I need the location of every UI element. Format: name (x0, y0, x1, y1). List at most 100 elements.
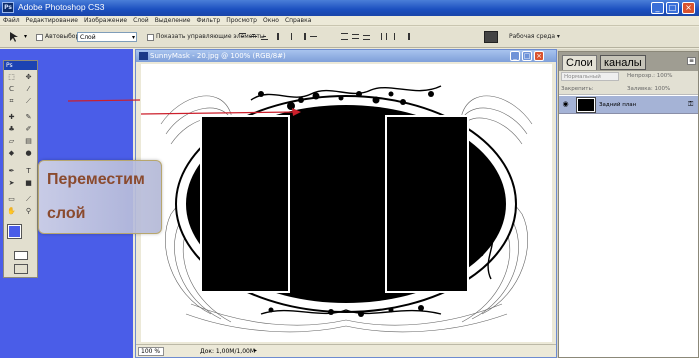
brush-tool-icon[interactable]: ✎ (24, 113, 33, 122)
autoselect-checkbox[interactable] (36, 34, 43, 41)
history-brush-tool-icon[interactable]: ✐ (24, 125, 33, 134)
show-controls-checkbox[interactable] (147, 34, 154, 41)
document-title: SunnyMask - 20.jpg @ 100% (RGB/8#) (150, 52, 286, 60)
foreground-color-swatch[interactable] (7, 224, 22, 239)
healing-brush-tool-icon[interactable]: ✚ (7, 113, 16, 122)
panel-menu-icon[interactable]: ≡ (687, 57, 696, 65)
restore-button[interactable]: □ (666, 2, 679, 14)
fill-label[interactable]: Заливка: 100% (627, 85, 670, 93)
align-bottom-icon[interactable] (260, 32, 269, 41)
minimize-button[interactable]: _ (651, 2, 664, 14)
menu-help[interactable]: Справка (282, 16, 314, 26)
magic-wand-tool-icon[interactable]: ⁄ (24, 85, 33, 94)
close-button[interactable]: × (682, 2, 695, 14)
menu-layer[interactable]: Слой (130, 16, 152, 26)
text-tool-icon[interactable]: T (24, 167, 33, 176)
menu-bar: Файл Редактирование Изображение Слой Выделен… (0, 16, 699, 26)
menu-image[interactable]: Изображение (81, 16, 130, 26)
autoselect-value: Слой (80, 34, 96, 41)
gradient-tool-icon[interactable]: ▤ (24, 137, 33, 146)
blend-row: Нормальный Непрозр.: 100% (559, 71, 698, 82)
lasso-tool-icon[interactable]: ᑕ (7, 85, 16, 94)
crop-tool-icon[interactable]: ⌗ (7, 97, 16, 106)
zoom-tool-icon[interactable]: ⚲ (24, 207, 33, 216)
document-window: SunnyMask - 20.jpg @ 100% (RGB/8#) _ □ × (135, 49, 557, 358)
panel-tab-strip: Слои каналы ≡ (559, 52, 698, 71)
move-tool-icon[interactable]: ✥ (24, 73, 33, 82)
screen-mode-icon[interactable] (14, 264, 28, 274)
doc-close-button[interactable]: × (534, 51, 544, 61)
opacity-label[interactable]: Непрозр.: 100% (627, 72, 672, 80)
move-tool-preset-icon[interactable] (8, 31, 22, 43)
layer-thumbnail (576, 97, 596, 113)
distribute-top-icon[interactable] (340, 32, 349, 41)
toolbox: Ps ⬚ ✥ ᑕ ⁄ ⌗ ⟋ ✚ ✎ ♣ ✐ ▱ ▤ ◆ ● ✒ T ➤ ■ ▭… (3, 60, 38, 278)
slice-tool-icon[interactable]: ⟋ (24, 97, 33, 106)
align-left-icon[interactable] (276, 32, 285, 41)
menu-filter[interactable]: Фильтр (193, 16, 223, 26)
menu-edit[interactable]: Редактирование (23, 16, 81, 26)
document-status-bar: 100 % Док: 1,00M/1,00M ▸ (136, 344, 556, 357)
menu-view[interactable]: Просмотр (223, 16, 260, 26)
blur-tool-icon[interactable]: ◆ (7, 149, 16, 158)
layer-row-background[interactable]: ◉ Задний план ⚿ (559, 96, 698, 114)
distribute-bottom-icon[interactable] (362, 32, 371, 41)
blend-mode-select[interactable]: Нормальный (561, 72, 619, 81)
autoselect-dropdown[interactable]: Слой ▾ (77, 32, 137, 42)
app-title-bar: Ps Adobe Photoshop CS3 _ □ × (0, 0, 699, 16)
doc-minimize-button[interactable]: _ (510, 51, 520, 61)
autoselect-label: Автовыбор: (45, 33, 82, 40)
lock-icon: ⚿ (688, 100, 694, 108)
dodge-tool-icon[interactable]: ● (24, 149, 33, 158)
red-arrow-tail (67, 99, 140, 102)
workspace-icon[interactable] (484, 31, 498, 43)
notes-tool-icon[interactable]: ▭ (7, 195, 16, 204)
align-right-icon[interactable] (298, 32, 307, 41)
tab-layers[interactable]: Слои (562, 55, 597, 70)
options-bar: ▾ Автовыбор: Слой ▾ Показать управляющие… (0, 27, 699, 48)
menu-select[interactable]: Выделение (152, 16, 194, 26)
align-hcenter-icon[interactable] (287, 32, 296, 41)
shape-tool-icon[interactable]: ■ (24, 179, 33, 188)
lock-row: Закрепить: Заливка: 100% (559, 82, 698, 95)
quick-mask-icon[interactable] (14, 251, 28, 260)
pen-tool-icon[interactable]: ✒ (7, 167, 16, 176)
align-top-icon[interactable] (238, 32, 247, 41)
frame-artwork (141, 85, 533, 333)
tutorial-callout: Переместим слой (38, 160, 162, 234)
photoshop-logo-icon: Ps (2, 2, 14, 13)
align-extra-icon[interactable] (309, 32, 318, 41)
document-title-bar: SunnyMask - 20.jpg @ 100% (RGB/8#) _ □ × (136, 50, 556, 62)
doc-restore-button[interactable]: □ (522, 51, 532, 61)
document-icon (139, 52, 148, 60)
layer-name: Задний план (599, 102, 637, 108)
workspace-menu[interactable]: Рабочая среда ▾ (509, 33, 560, 41)
distribute-vcenter-icon[interactable] (351, 32, 360, 41)
status-arrow-icon[interactable]: ▸ (254, 347, 262, 355)
distribute-right-icon[interactable] (402, 32, 411, 41)
hand-tool-icon[interactable]: ✋ (7, 207, 16, 216)
marquee-tool-icon[interactable]: ⬚ (7, 73, 16, 82)
eye-icon[interactable]: ◉ (561, 100, 570, 109)
tool-preset-arrow-icon[interactable]: ▾ (24, 33, 27, 40)
toolbox-header[interactable]: Ps (4, 61, 37, 70)
zoom-field[interactable]: 100 % (138, 347, 164, 356)
image-canvas[interactable] (141, 64, 552, 342)
chevron-down-icon: ▾ (131, 34, 135, 41)
eyedropper-tool-icon[interactable]: ⟋ (24, 195, 33, 204)
path-select-tool-icon[interactable]: ➤ (7, 179, 16, 188)
stamp-tool-icon[interactable]: ♣ (7, 125, 16, 134)
app-title: Adobe Photoshop CS3 (18, 2, 105, 12)
document-size: Док: 1,00M/1,00M (200, 348, 256, 355)
tab-channels[interactable]: каналы (600, 55, 646, 70)
lock-label: Закрепить: (561, 86, 594, 92)
eraser-tool-icon[interactable]: ▱ (7, 137, 16, 146)
distribute-hcenter-icon[interactable] (391, 32, 400, 41)
layers-panel: Слои каналы ≡ Нормальный Непрозр.: 100% … (558, 51, 699, 358)
align-vcenter-icon[interactable] (249, 32, 258, 41)
callout-line-2: слой (47, 205, 86, 222)
menu-window[interactable]: Окно (260, 16, 282, 26)
callout-line-1: Переместим (47, 171, 145, 188)
menu-file[interactable]: Файл (0, 16, 23, 26)
distribute-left-icon[interactable] (380, 32, 389, 41)
